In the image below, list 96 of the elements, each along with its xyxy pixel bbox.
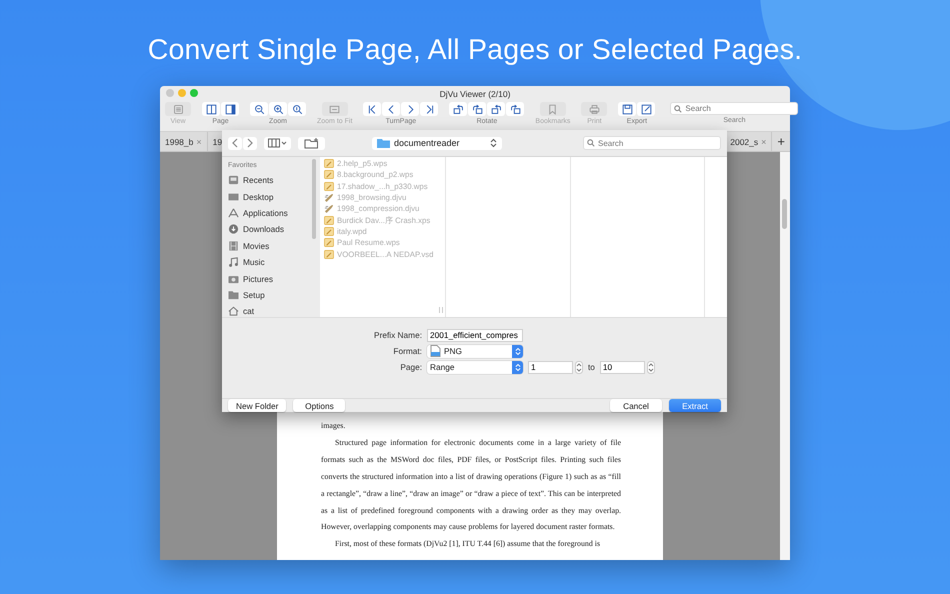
last-button[interactable] (420, 102, 438, 116)
dialog-button[interactable]: Extract (669, 399, 721, 412)
range-separator: to (588, 362, 595, 372)
save-button[interactable] (618, 102, 636, 116)
new-tab-button[interactable]: + (772, 132, 790, 151)
rotate-left-button[interactable] (449, 102, 468, 116)
document-file-icon (324, 216, 334, 225)
save-icon (622, 104, 633, 114)
djvu-file-icon (324, 204, 334, 214)
rotate-left-icon (490, 104, 502, 114)
column-view-button[interactable] (264, 136, 291, 150)
zoom-actual-button[interactable] (288, 102, 306, 116)
desktop-icon (228, 192, 239, 202)
page-range-popup[interactable]: Range (427, 360, 523, 374)
sidebar-item[interactable]: Desktop (228, 188, 320, 205)
rotate-left-icon (452, 104, 464, 114)
sidebar-item[interactable]: Movies (228, 238, 320, 254)
search-field[interactable]: Search (670, 102, 798, 115)
scrollbar-thumb[interactable] (782, 199, 787, 229)
document-file-icon (324, 238, 334, 248)
music-icon (228, 257, 239, 268)
home-icon (228, 306, 239, 316)
stepper-icon[interactable] (646, 360, 655, 374)
zoom-out-button[interactable] (250, 102, 268, 116)
zoom-in-icon (272, 104, 284, 114)
document-tab[interactable]: 1998_b × (160, 132, 208, 151)
rotate-right-icon (510, 104, 521, 114)
back-button[interactable] (228, 136, 242, 150)
djvu-file-icon (324, 193, 334, 202)
forward-button[interactable] (243, 136, 257, 150)
first-button[interactable] (363, 102, 382, 116)
new-folder-button[interactable] (298, 136, 325, 150)
prev-button[interactable] (382, 102, 400, 116)
field-label: Format: (392, 346, 422, 356)
sidebar-button[interactable] (221, 102, 239, 116)
sidebar-item[interactable]: Setup (228, 286, 320, 304)
zoom-out-icon (254, 104, 264, 114)
document-file-icon (324, 182, 334, 191)
headline: Convert Single Page, All Pages or Selected Pages. (148, 34, 802, 68)
rotate-right-button[interactable] (506, 102, 524, 116)
search-icon (674, 105, 682, 113)
folder-icon (377, 138, 390, 148)
rotate-right-button[interactable] (468, 102, 486, 116)
bookmark-icon (547, 104, 558, 114)
document-file-icon (324, 226, 334, 236)
sidebar-icon (224, 104, 236, 114)
from-page-field[interactable]: 1 (528, 360, 573, 374)
first-icon (366, 104, 378, 114)
search-field[interactable]: Search (583, 136, 721, 150)
print-icon (588, 104, 600, 114)
search-icon (587, 139, 595, 147)
columns-icon (206, 104, 216, 114)
sidebar-item[interactable]: cat (228, 303, 320, 317)
edit-icon (640, 104, 652, 114)
rotate-left-button[interactable] (487, 102, 506, 116)
location-popup[interactable]: documentreader (372, 136, 502, 150)
rotate-right-icon (472, 104, 483, 114)
columns-button[interactable] (202, 102, 220, 116)
up-down-arrows-icon (512, 360, 523, 374)
fit-icon (329, 104, 340, 114)
document-file-icon (324, 250, 334, 259)
chevron-left-icon (231, 138, 239, 148)
chevron-right-icon (246, 138, 254, 148)
dialog-button[interactable]: Options (293, 399, 346, 412)
new-folder-icon (304, 138, 320, 148)
zoom-in-button[interactable] (269, 102, 287, 116)
applications-icon (228, 208, 239, 218)
downloads-icon (228, 224, 239, 234)
document-file-icon (324, 170, 334, 180)
next-button[interactable] (401, 102, 420, 116)
recents-icon (228, 175, 239, 186)
movies-icon (228, 240, 239, 251)
document-file-icon (324, 159, 334, 168)
folder-icon (228, 290, 239, 300)
stepper-icon[interactable] (575, 360, 583, 374)
up-down-arrows-icon (490, 138, 497, 148)
sidebar-item[interactable]: Downloads (228, 221, 320, 238)
format-popup[interactable]: PNG (427, 344, 523, 358)
sidebar-item[interactable]: Pictures (228, 270, 320, 287)
dialog-button[interactable]: New Folder (228, 399, 286, 412)
prefix-name-field[interactable]: 2001_efficient_compres (427, 328, 523, 342)
zoom-actual-icon (292, 104, 302, 114)
to-page-field[interactable]: 10 (600, 360, 645, 374)
up-down-arrows-icon (512, 344, 523, 358)
field-label: Prefix Name: (373, 330, 422, 340)
pictures-icon (228, 274, 239, 284)
list-icon (172, 104, 184, 114)
image-file-icon (430, 345, 441, 357)
field-label: Page: (399, 362, 422, 372)
dialog-button[interactable]: Cancel (610, 399, 662, 412)
window-title: DjVu Viewer (2/10) (440, 88, 510, 98)
edit-button[interactable] (637, 102, 656, 116)
sidebar-item[interactable]: Applications (228, 204, 320, 222)
columns-icon (268, 138, 288, 148)
sidebar-item[interactable]: Recents (228, 172, 320, 188)
sidebar-item[interactable]: Music (228, 254, 320, 270)
